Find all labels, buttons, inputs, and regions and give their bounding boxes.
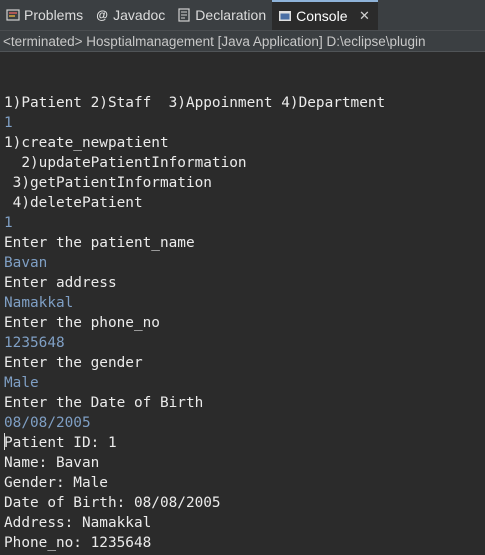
console-output-line: Enter the Date of Birth bbox=[4, 395, 204, 411]
view-tab-bar: Problems @ Javadoc Declaration Console ✕ bbox=[0, 0, 485, 31]
tab-label: Javadoc bbox=[113, 7, 166, 23]
tab-label: Problems bbox=[24, 7, 84, 23]
console-output-line: 1)create_newpatient bbox=[4, 135, 169, 151]
console-input-line: 1 bbox=[4, 115, 13, 131]
console-output[interactable]: 1)Patient 2)Staff 3)Appoinment 4)Departm… bbox=[0, 52, 485, 553]
console-output-line: Enter the gender bbox=[4, 355, 143, 371]
console-status-line: <terminated> Hosptialmanagement [Java Ap… bbox=[0, 31, 485, 52]
console-output-line: Phone_no: 1235648 bbox=[4, 535, 152, 551]
console-input-line: 1235648 bbox=[4, 335, 65, 351]
console-input-line: Namakkal bbox=[4, 295, 74, 311]
console-output-line: Address: Namakkal bbox=[4, 515, 152, 531]
console-output-line: 3)getPatientInformation bbox=[4, 175, 212, 191]
console-output-line: 4)deletePatient bbox=[4, 195, 143, 211]
console-output-line: Name: Bavan bbox=[4, 455, 100, 471]
declaration-icon bbox=[177, 8, 191, 22]
console-input-line: Male bbox=[4, 375, 39, 391]
tab-label: Declaration bbox=[195, 7, 267, 23]
tab-javadoc[interactable]: @ Javadoc bbox=[89, 0, 171, 30]
tab-label: Console bbox=[296, 8, 348, 24]
javadoc-icon: @ bbox=[96, 8, 108, 22]
tab-problems[interactable]: Problems bbox=[0, 0, 89, 30]
text-caret bbox=[4, 433, 5, 450]
console-output-line: 2)updatePatientInformation bbox=[4, 155, 247, 171]
console-output-line: Gender: Male bbox=[4, 475, 108, 491]
console-input-line: 08/08/2005 bbox=[4, 415, 91, 431]
close-icon[interactable]: ✕ bbox=[358, 8, 372, 24]
console-output-line: Enter address bbox=[4, 275, 117, 291]
console-output-line: Enter the phone_no bbox=[4, 315, 160, 331]
console-icon bbox=[278, 9, 292, 23]
console-input-line: Bavan bbox=[4, 255, 48, 271]
console-output-line: 1)Patient 2)Staff 3)Appoinment 4)Departm… bbox=[4, 95, 386, 111]
console-input-line: 1 bbox=[4, 215, 13, 231]
tab-console[interactable]: Console ✕ bbox=[272, 0, 378, 30]
tab-declaration[interactable]: Declaration bbox=[171, 0, 272, 30]
problems-icon bbox=[6, 8, 20, 22]
console-output-line: Patient ID: 1 bbox=[4, 435, 117, 451]
console-output-line: Enter the patient_name bbox=[4, 235, 195, 251]
console-output-line: Date of Birth: 08/08/2005 bbox=[4, 495, 221, 511]
